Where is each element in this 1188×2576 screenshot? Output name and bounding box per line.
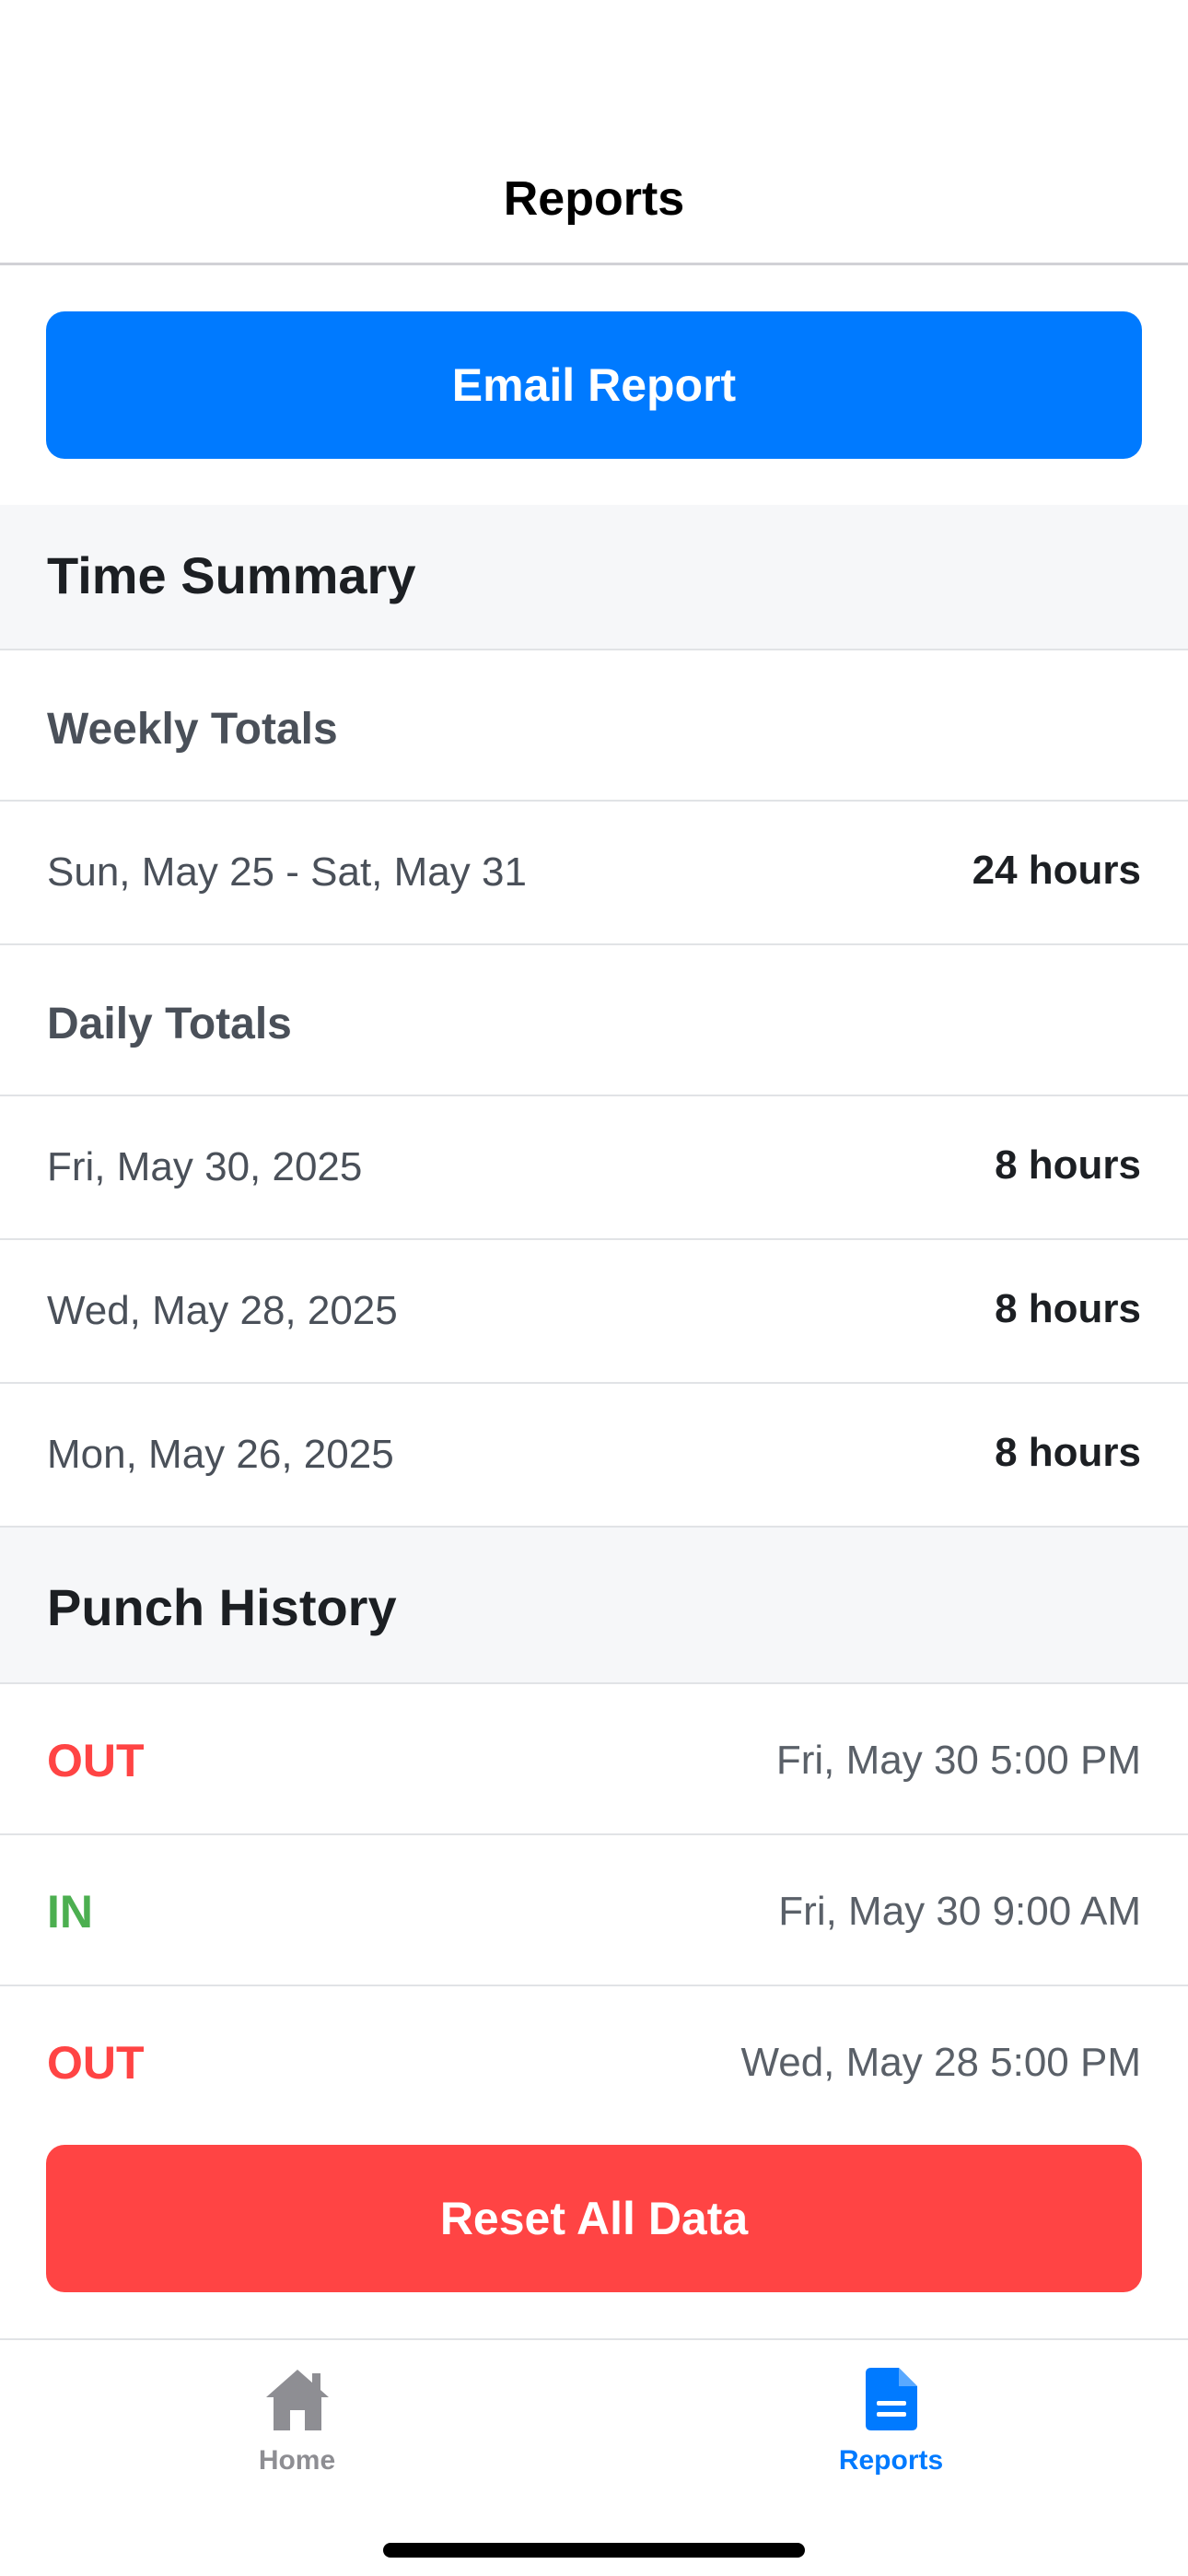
day-total-hours: 8 hours [995,1286,1141,1331]
day-total-hours: 8 hours [995,1142,1141,1188]
house-icon [261,2364,334,2434]
punch-type-label: OUT [47,2037,145,2089]
reset-all-data-button[interactable]: Reset All Data [46,2145,1142,2292]
week-range: Sun, May 25 - Sat, May 31 [47,849,527,895]
day-date: Wed, May 28, 2025 [47,1288,398,1333]
punch-type-label: OUT [47,1735,145,1786]
weekly-total-row: Sun, May 25 - Sat, May 31 24 hours [0,802,1188,945]
punch-timestamp: Fri, May 30 5:00 PM [775,1738,1141,1783]
punch-row: IN Fri, May 30 9:00 AM [0,1835,1188,1986]
page-title: Reports [503,172,685,226]
punch-history-title: Punch History [47,1578,397,1636]
tab-bar: Home Reports [0,2338,1188,2576]
punch-timestamp: Fri, May 30 9:00 AM [778,1889,1141,1934]
daily-totals-subheader: Daily Totals [0,945,1188,1096]
daily-total-row: Wed, May 28, 2025 8 hours [0,1240,1188,1384]
punch-row: OUT Fri, May 30 5:00 PM [0,1684,1188,1835]
day-date: Mon, May 26, 2025 [47,1432,394,1477]
time-summary-title: Time Summary [47,546,416,604]
weekly-totals-title: Weekly Totals [47,705,338,754]
day-date: Fri, May 30, 2025 [47,1144,363,1189]
tab-reports[interactable]: Reports [594,2340,1188,2506]
punch-row: OUT Wed, May 28 5:00 PM [0,1986,1188,2137]
punch-history-header: Punch History [0,1528,1188,1684]
email-report-button[interactable]: Email Report [46,311,1142,459]
weekly-totals-subheader: Weekly Totals [0,650,1188,802]
document-icon [855,2364,928,2434]
day-total-hours: 8 hours [995,1430,1141,1475]
time-summary-header: Time Summary [0,505,1188,650]
daily-totals-title: Daily Totals [47,1000,292,1048]
daily-total-row: Fri, May 30, 2025 8 hours [0,1096,1188,1240]
punch-timestamp: Wed, May 28 5:00 PM [740,2040,1142,2085]
home-indicator [383,2543,805,2558]
tab-home-label: Home [258,2445,336,2476]
punch-type-label: IN [47,1886,93,1938]
navigation-header: Reports [0,0,1188,265]
week-total-hours: 24 hours [972,848,1141,893]
tab-home[interactable]: Home [0,2340,594,2506]
daily-total-row: Mon, May 26, 2025 8 hours [0,1384,1188,1528]
tab-reports-label: Reports [838,2445,944,2476]
